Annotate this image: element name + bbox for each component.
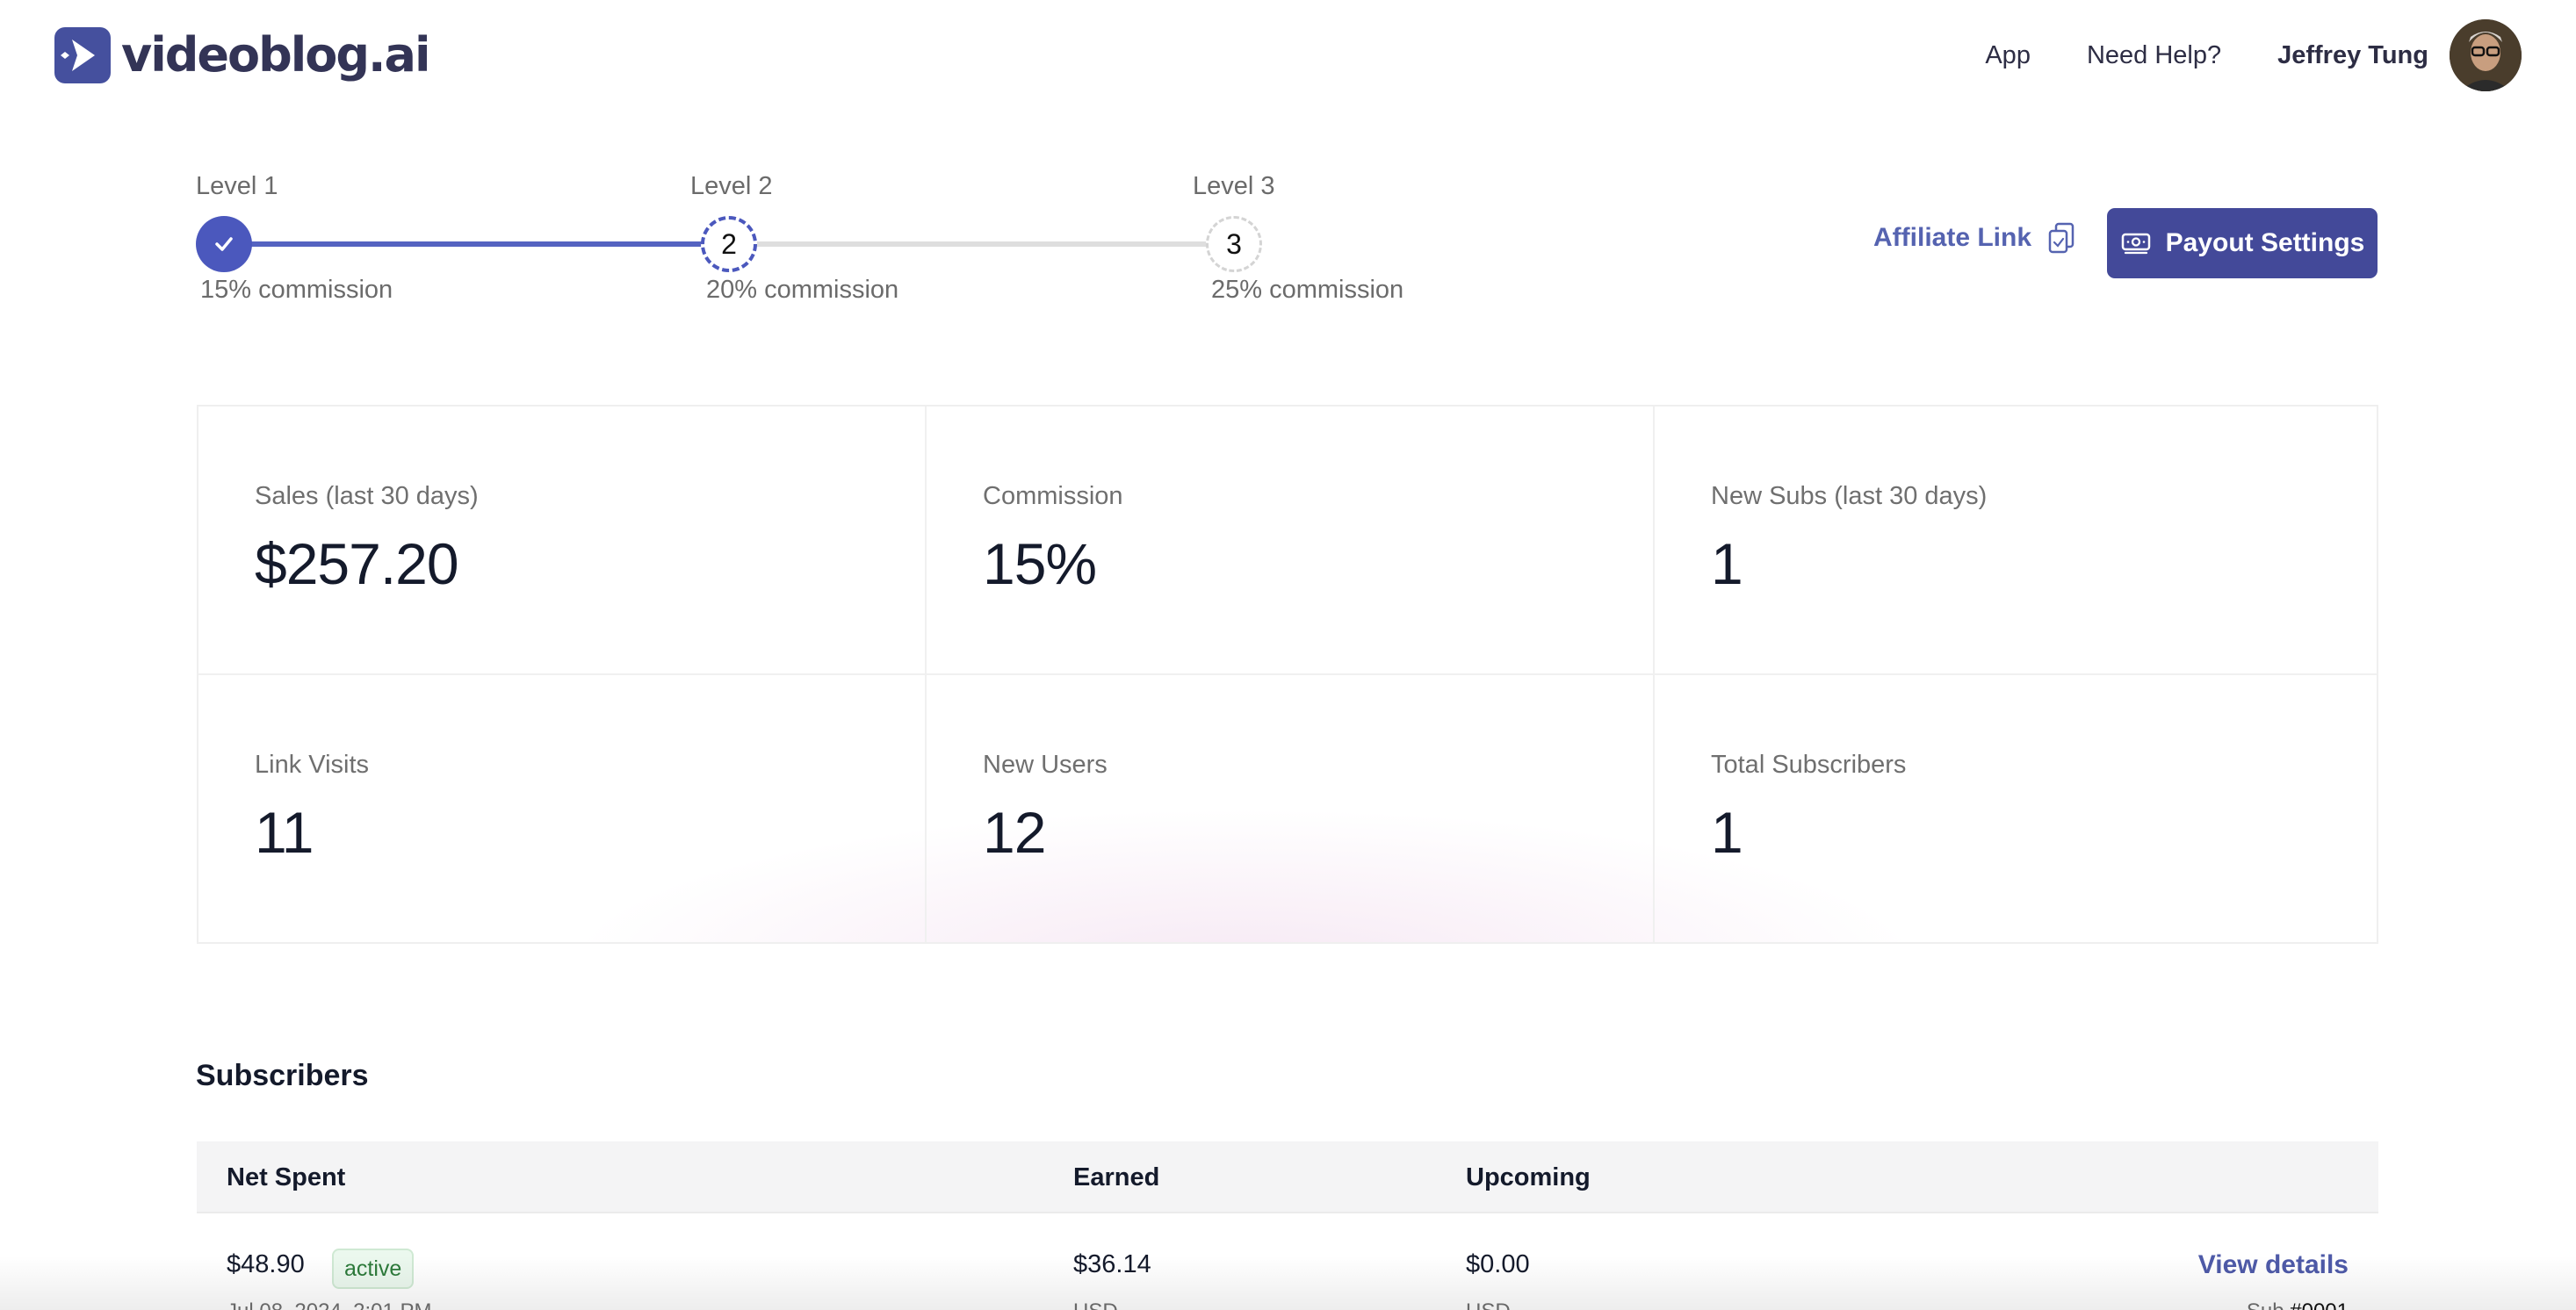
brand-logo[interactable]: videoblog.ai [54, 27, 429, 83]
logo-play-icon [54, 27, 111, 83]
stat-link-visits: Link Visits 11 [198, 675, 927, 942]
level-1-step [196, 216, 252, 272]
stat-new-users: New Users 12 [927, 675, 1655, 942]
level-3-label: Level 3 [1193, 172, 1275, 201]
stat-new-subs: New Subs (last 30 days) 1 [1655, 407, 2377, 675]
affiliate-link-label: Affiliate Link [1873, 223, 2031, 253]
affiliate-link-button[interactable]: Affiliate Link [1873, 221, 2075, 255]
upcoming-value: $0.00 [1466, 1250, 1530, 1279]
level-3-step: 3 [1206, 216, 1262, 272]
avatar[interactable] [2450, 19, 2522, 91]
stat-value: 1 [1711, 530, 2377, 597]
sub-id-prefix: Sub [2247, 1299, 2284, 1310]
level-3-commission: 25% commission [1211, 276, 1403, 305]
subscribers-table: Net Spent Earned Upcoming $48.90 active … [197, 1141, 2378, 1310]
stat-value: 12 [983, 799, 1653, 866]
stat-label: Sales (last 30 days) [255, 482, 925, 511]
subscription-date: Jul 08, 2024, 2:01 PM [227, 1299, 431, 1310]
stat-label: New Subs (last 30 days) [1711, 482, 2377, 511]
upcoming-currency: USD [1466, 1299, 1511, 1310]
level-2-step: 2 [701, 216, 757, 272]
level-stepper: Level 1 Level 2 Level 3 2 3 15% commissi… [196, 172, 1425, 313]
payout-settings-button[interactable]: Payout Settings [2107, 208, 2378, 278]
net-spent-value: $48.90 [227, 1250, 305, 1279]
stat-value: 15% [983, 530, 1653, 597]
stat-commission: Commission 15% [927, 407, 1655, 675]
cash-icon [2120, 230, 2152, 256]
column-net-spent: Net Spent [227, 1141, 345, 1213]
stat-value: $257.20 [255, 530, 925, 597]
top-header: videoblog.ai App Need Help? Jeffrey Tung [0, 0, 2576, 112]
check-icon [211, 231, 237, 257]
top-nav: App Need Help? Jeffrey Tung [1985, 19, 2522, 91]
progress-line-complete [249, 241, 705, 247]
sub-id-number: #0001 [2290, 1299, 2349, 1310]
brand-name: videoblog.ai [121, 27, 429, 83]
level-1-commission: 15% commission [200, 276, 393, 305]
stat-label: New Users [983, 751, 1653, 780]
stat-sales: Sales (last 30 days) $257.20 [198, 407, 927, 675]
stat-label: Link Visits [255, 751, 925, 780]
clipboard-copy-icon [2047, 221, 2075, 255]
level-2-commission: 20% commission [706, 276, 898, 305]
avatar-photo-icon [2450, 19, 2522, 91]
subscribers-heading: Subscribers [196, 1059, 369, 1093]
stat-total-subscribers: Total Subscribers 1 [1655, 675, 2377, 942]
stat-label: Commission [983, 482, 1653, 511]
progress-line-pending [754, 241, 1208, 247]
level-1-label: Level 1 [196, 172, 278, 201]
stat-label: Total Subscribers [1711, 751, 2377, 780]
payout-settings-label: Payout Settings [2166, 228, 2365, 258]
stat-value: 1 [1711, 799, 2377, 866]
stats-grid: Sales (last 30 days) $257.20 Commission … [197, 405, 2378, 944]
table-header: Net Spent Earned Upcoming [197, 1141, 2378, 1213]
earned-currency: USD [1073, 1299, 1118, 1310]
status-badge: active [332, 1249, 414, 1289]
table-row[interactable]: $48.90 active Jul 08, 2024, 2:01 PM $36.… [197, 1213, 2378, 1310]
nav-help-link[interactable]: Need Help? [2087, 41, 2221, 70]
nav-app-link[interactable]: App [1985, 41, 2031, 70]
column-upcoming: Upcoming [1466, 1141, 1591, 1213]
view-details-link[interactable]: View details [2198, 1250, 2349, 1280]
subscription-id: Sub #0001 [2247, 1299, 2349, 1310]
earned-value: $36.14 [1073, 1250, 1151, 1279]
stat-value: 11 [255, 799, 925, 866]
level-2-label: Level 2 [690, 172, 773, 201]
user-name[interactable]: Jeffrey Tung [2277, 41, 2428, 70]
column-earned: Earned [1073, 1141, 1159, 1213]
